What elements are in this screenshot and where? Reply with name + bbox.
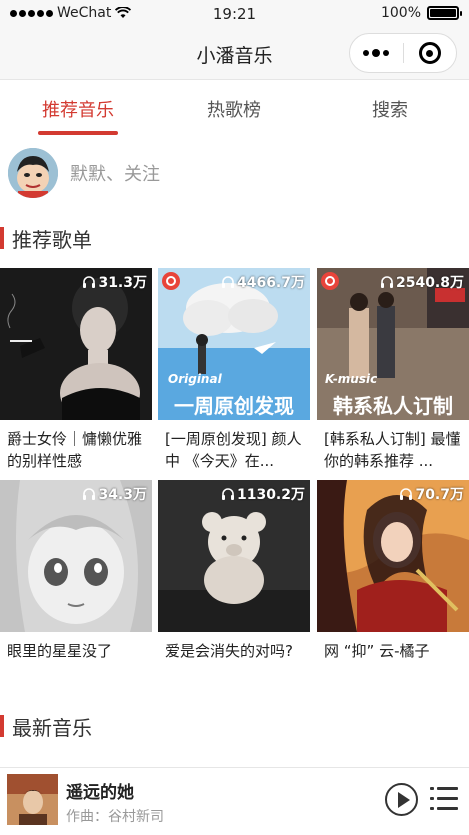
play-count: 31.3万	[82, 272, 147, 292]
playlist-cover[interactable]: Original 一周原创发现 4466.7万	[158, 268, 310, 420]
battery-percent: 100%	[380, 5, 421, 21]
playlist-card[interactable]: 34.3万 眼里的星星没了	[0, 480, 152, 684]
playlist-cover[interactable]: 34.3万	[0, 480, 152, 632]
player-song-title: 遥远的她	[66, 783, 134, 803]
player-cover[interactable]	[7, 774, 58, 825]
netease-logo-icon	[321, 272, 339, 290]
headphones-icon	[221, 276, 234, 288]
cover-subtitle: Original	[168, 372, 222, 386]
play-count-value: 31.3万	[98, 275, 147, 291]
play-count: 34.3万	[82, 484, 147, 504]
headphones-icon	[83, 276, 96, 288]
playlist-card[interactable]: 70.7万 网 “抑” 云-橘子	[317, 480, 469, 684]
playlist-cover[interactable]: 31.3万	[0, 268, 152, 420]
section-recommended-label: 推荐歌单	[12, 227, 92, 252]
tab-recommend[interactable]: 推荐音乐	[0, 81, 156, 135]
play-count-value: 70.7万	[415, 487, 464, 503]
playlist-card[interactable]: 1130.2万 爱是会消失的对吗?	[158, 480, 310, 684]
tab-bar: 推荐音乐 热歌榜 搜索	[0, 81, 469, 135]
playlist-title[interactable]: 网 “抑” 云-橘子	[317, 640, 463, 684]
player-artist: 作曲：谷村新司	[66, 809, 164, 825]
cover-text: 一周原创发现	[174, 394, 294, 418]
section-recommended-title: 推荐歌单	[0, 225, 92, 252]
status-right: 100%	[380, 5, 462, 21]
tab-search[interactable]: 搜索	[312, 81, 468, 135]
playlist-title[interactable]: 眼里的星星没了	[0, 640, 146, 684]
netease-logo-icon	[162, 272, 180, 290]
avatar[interactable]	[8, 148, 58, 198]
headphones-icon	[400, 488, 413, 500]
user-row[interactable]: 默默、关注	[8, 148, 160, 198]
mini-player[interactable]: 遥远的她 作曲：谷村新司	[0, 767, 469, 835]
play-count: 1130.2万	[221, 484, 305, 504]
section-accent-bar	[0, 715, 4, 737]
cover-subtitle: K-music	[325, 372, 378, 386]
headphones-icon	[83, 488, 96, 500]
section-latest-label: 最新音乐	[12, 715, 92, 740]
playlist-title[interactable]: [韩系私人订制] 最懂你的韩系推荐 ...	[317, 428, 463, 472]
play-count: 2540.8万	[380, 272, 464, 292]
status-bar: WeChat 19:21 100%	[0, 0, 469, 28]
playlist-cover[interactable]: 70.7万	[317, 480, 469, 632]
section-accent-bar	[0, 227, 4, 249]
play-count-value: 4466.7万	[236, 275, 305, 291]
playlist-cover[interactable]: 1130.2万	[158, 480, 310, 632]
headphones-icon	[221, 488, 234, 500]
playlist-card[interactable]: K-music 韩系私人订制 2540.8万 [韩系私人订制] 最懂你的韩系推荐…	[317, 268, 469, 472]
play-count: 70.7万	[399, 484, 464, 504]
section-latest-title: 最新音乐	[0, 713, 92, 740]
headphones-icon	[380, 276, 393, 288]
nav-bar: 小潘音乐	[0, 28, 469, 80]
close-circle-icon[interactable]	[403, 42, 456, 64]
battery-icon	[427, 6, 462, 20]
play-count-value: 34.3万	[98, 487, 147, 503]
play-icon[interactable]	[385, 783, 418, 816]
playlist-cover[interactable]: K-music 韩系私人订制 2540.8万	[317, 268, 469, 420]
more-dots-icon[interactable]	[350, 49, 403, 57]
playlist-list-icon[interactable]	[430, 786, 458, 812]
play-count: 4466.7万	[221, 272, 305, 292]
playlist-title[interactable]: 爱是会消失的对吗?	[158, 640, 304, 684]
playlist-card[interactable]: Original 一周原创发现 4466.7万 [一周原创发现] 颜人中 《今天…	[158, 268, 310, 472]
playlist-title[interactable]: 爵士女伶｜慵懒优雅的别样性感	[0, 428, 146, 472]
playlist-title[interactable]: [一周原创发现] 颜人中 《今天》在...	[158, 428, 304, 472]
play-count-value: 2540.8万	[395, 275, 464, 291]
tab-hot-chart[interactable]: 热歌榜	[156, 81, 312, 135]
playlist-card[interactable]: 31.3万 爵士女伶｜慵懒优雅的别样性感	[0, 268, 152, 472]
mini-program-capsule	[349, 33, 457, 73]
user-hint: 默默、关注	[70, 164, 160, 185]
play-count-value: 1130.2万	[236, 487, 305, 503]
cover-text: 韩系私人订制	[333, 394, 453, 418]
